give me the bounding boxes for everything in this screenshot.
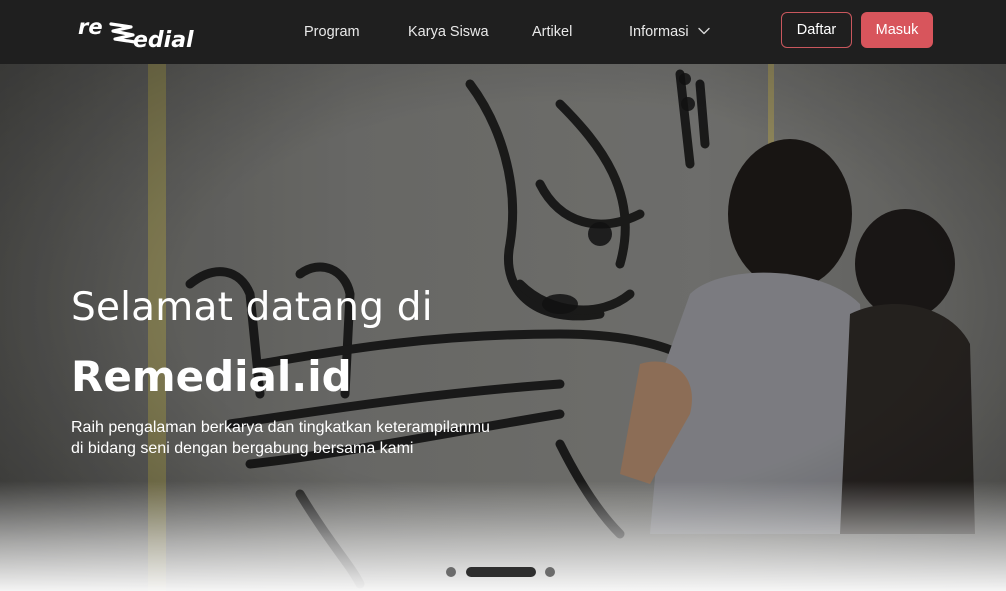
nav-karya-siswa[interactable]: Karya Siswa (408, 22, 489, 42)
carousel-dot-1[interactable] (446, 567, 456, 577)
hero-greeting: Selamat datang di (71, 285, 433, 330)
hero-description: Raih pengalaman berkarya dan tingkatkan … (71, 419, 490, 457)
chevron-down-icon[interactable] (697, 24, 711, 38)
hero-banner: Selamat datang di Remedial.id Raih penga… (0, 64, 1006, 591)
navbar: re edial Program Karya Siswa Artikel Inf… (0, 0, 1006, 64)
svg-text:re: re (78, 15, 103, 39)
nav-informasi[interactable]: Informasi (629, 22, 689, 42)
masuk-button[interactable]: Masuk (861, 12, 933, 48)
hero-brand-name: Remedial.id (71, 352, 352, 401)
svg-text:edial: edial (133, 28, 194, 50)
carousel-dot-3[interactable] (545, 567, 555, 577)
carousel-dot-2-active[interactable] (466, 567, 536, 577)
remedial-logo[interactable]: re edial (77, 14, 213, 50)
nav-artikel[interactable]: Artikel (532, 22, 572, 42)
daftar-button[interactable]: Daftar (781, 12, 852, 48)
nav-program[interactable]: Program (304, 22, 360, 42)
